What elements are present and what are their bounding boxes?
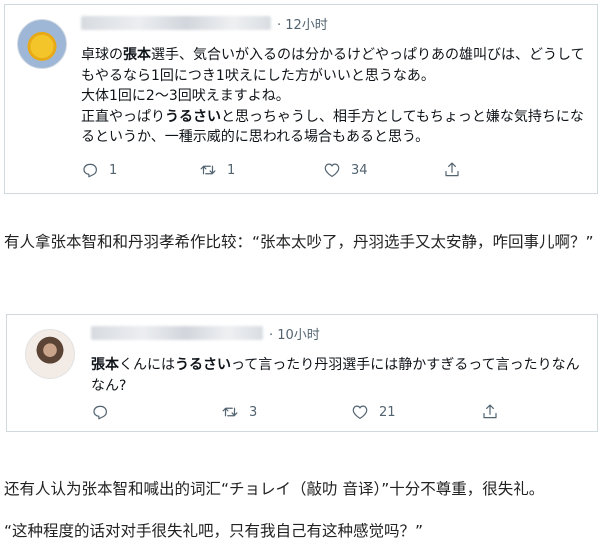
tweet-card[interactable]: · 12小时 卓球の張本選手、気合いが入るのは分かるけどやっぱりあの雄叫びは、ど… — [4, 4, 598, 194]
retweet-icon — [222, 407, 238, 417]
share-button[interactable] — [443, 161, 461, 179]
avatar[interactable] — [17, 19, 67, 69]
share-icon — [445, 162, 459, 177]
retweet-count: 1 — [227, 162, 236, 178]
tweet-actions: 3 21 — [91, 403, 499, 421]
retweet-icon — [200, 165, 216, 175]
heart-icon — [352, 405, 368, 419]
share-button[interactable] — [481, 403, 499, 421]
tweet-text: 卓球の張本選手、気合いが入るのは分かるけどやっぱりあの雄叫びは、どうしてもやるな… — [81, 47, 585, 145]
tweet-text: 張本くんにはうるさいって言ったり丹羽選手には静かすぎるって言ったりなんなん? — [91, 357, 580, 394]
tweet-header: · 12小时 — [81, 13, 328, 33]
retweet-count: 3 — [249, 404, 258, 420]
blurred-username — [91, 326, 263, 340]
retweet-button[interactable]: 3 — [221, 403, 351, 421]
reply-icon — [83, 163, 97, 178]
tweet-time[interactable]: · 12小时 — [277, 14, 328, 33]
tweet-time[interactable]: · 10小时 — [269, 324, 320, 343]
reply-button[interactable]: 1 — [81, 161, 199, 179]
like-count: 34 — [351, 162, 368, 178]
reply-icon — [93, 405, 107, 420]
heart-icon — [324, 163, 340, 177]
share-icon — [483, 404, 497, 419]
article-paragraph: 还有人认为张本智和喊出的词汇“チョレイ（敲叻 音译）”十分不尊重，很失礼。 — [4, 480, 545, 498]
reply-count: 1 — [109, 162, 118, 178]
retweet-button[interactable]: 1 — [199, 161, 323, 179]
like-count: 21 — [379, 404, 396, 420]
like-button[interactable]: 21 — [351, 403, 481, 421]
tweet-actions: 1 1 34 — [81, 161, 461, 179]
article-paragraph: “这种程度的话对对手很失礼吧，只有我自己有这种感觉吗？” — [4, 522, 424, 540]
avatar[interactable] — [25, 329, 75, 379]
tweet-header: · 10小时 — [91, 323, 320, 343]
like-button[interactable]: 34 — [323, 161, 443, 179]
reply-button[interactable] — [91, 403, 221, 421]
tweet-card[interactable]: · 10小时 張本くんにはうるさいって言ったり丹羽選手には静かすぎるって言ったり… — [6, 314, 598, 432]
article-paragraph: 有人拿张本智和和丹羽孝希作比较：“张本太吵了，丹羽选手又太安静，咋回事儿啊？” — [4, 233, 594, 251]
blurred-username — [81, 16, 271, 30]
